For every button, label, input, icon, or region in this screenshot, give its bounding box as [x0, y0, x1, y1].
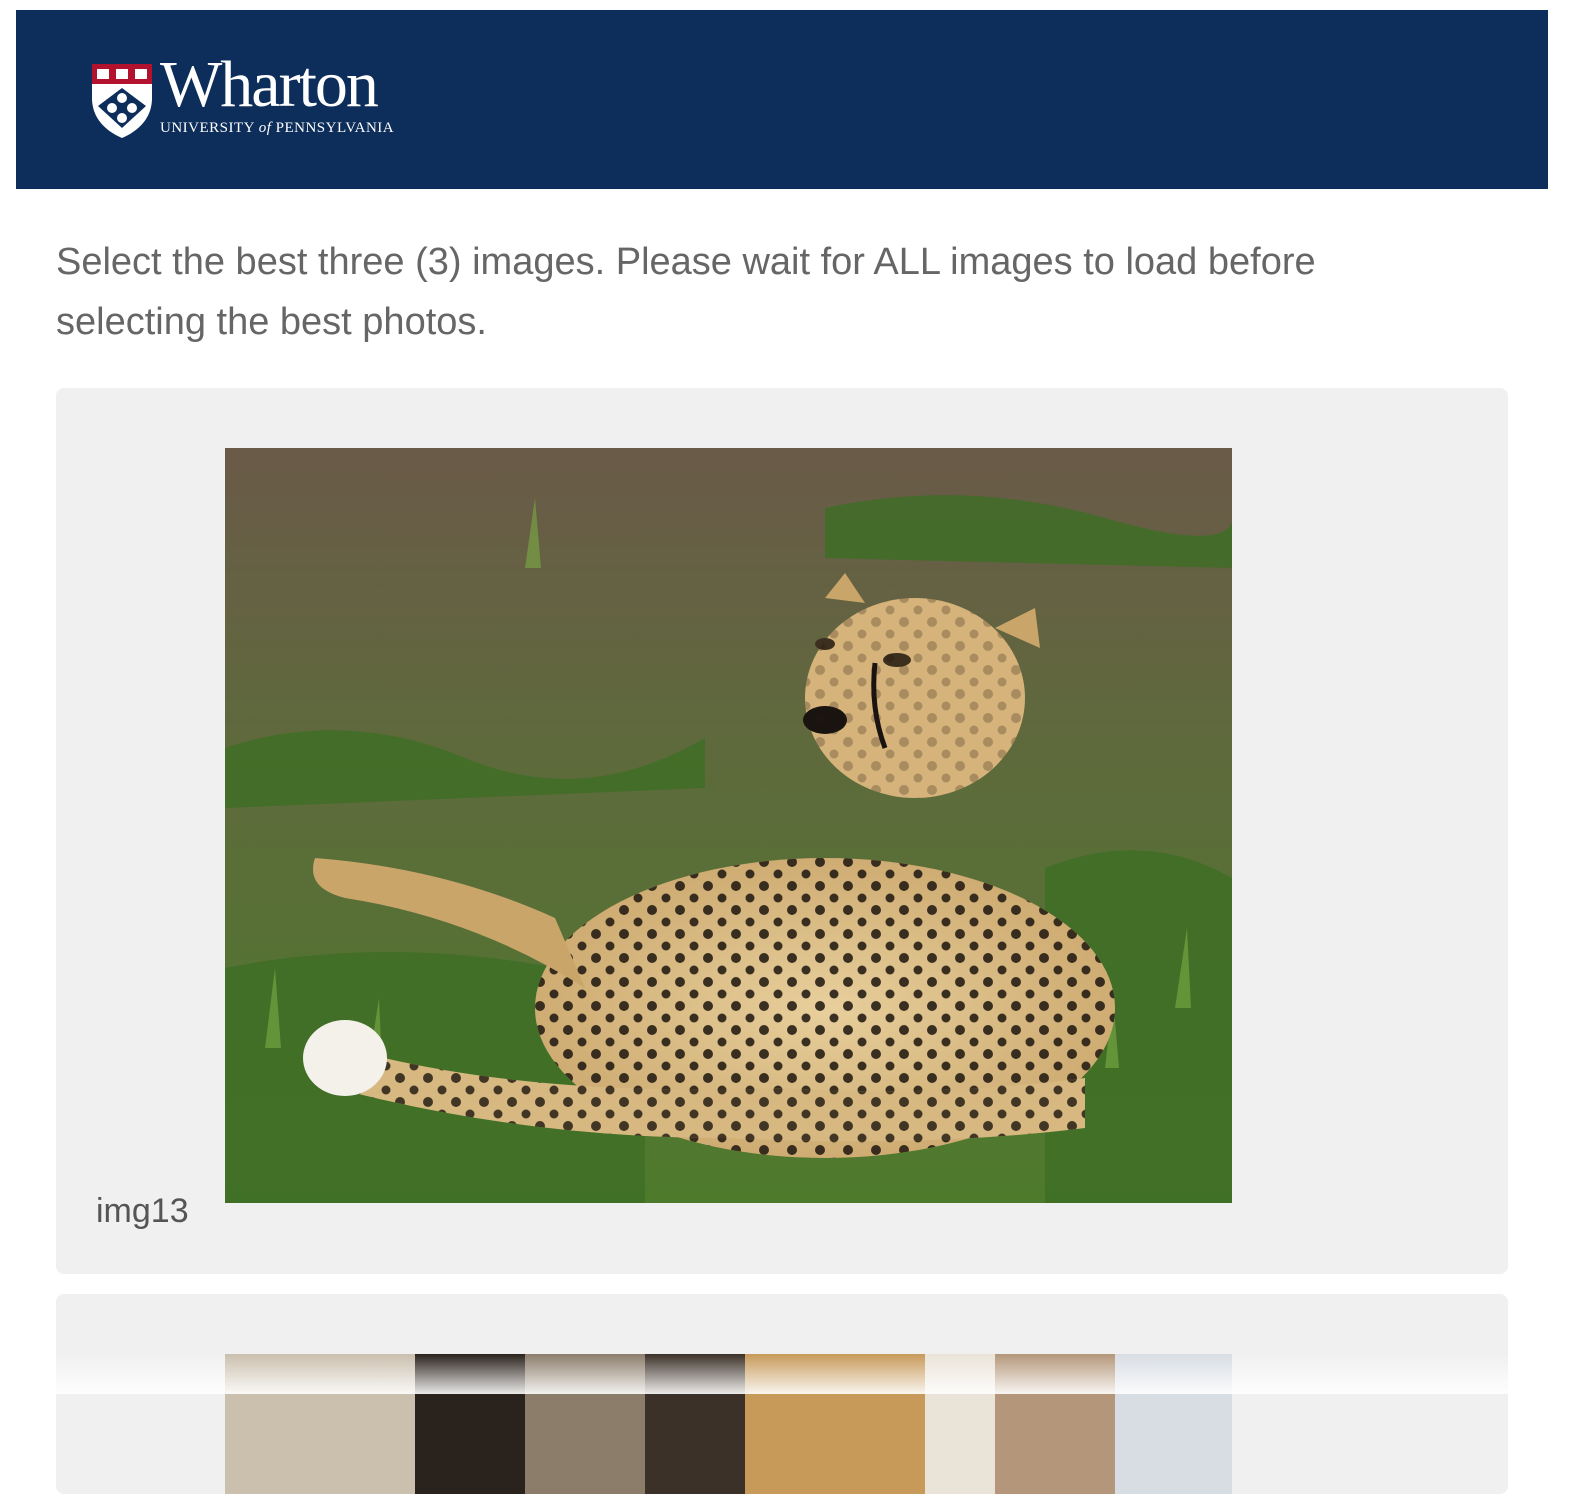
image-choice-card[interactable]: [56, 1294, 1508, 1494]
indoor-photo[interactable]: [225, 1354, 1232, 1494]
brand-subtitle: UNIVERSITY of PENNSYLVANIA: [160, 120, 395, 136]
penn-shield-icon: [92, 64, 152, 138]
image-label: img13: [96, 1192, 189, 1230]
site-header: Wharton UNIVERSITY of PENNSYLVANIA: [16, 10, 1548, 189]
wharton-logo[interactable]: Wharton UNIVERSITY of PENNSYLVANIA: [90, 52, 400, 144]
cheetah-photo[interactable]: [225, 448, 1232, 1203]
image-choice-card[interactable]: img13: [56, 388, 1508, 1274]
instructions-text: Select the best three (3) images. Please…: [56, 241, 1316, 343]
brand-name: Wharton: [160, 48, 379, 121]
